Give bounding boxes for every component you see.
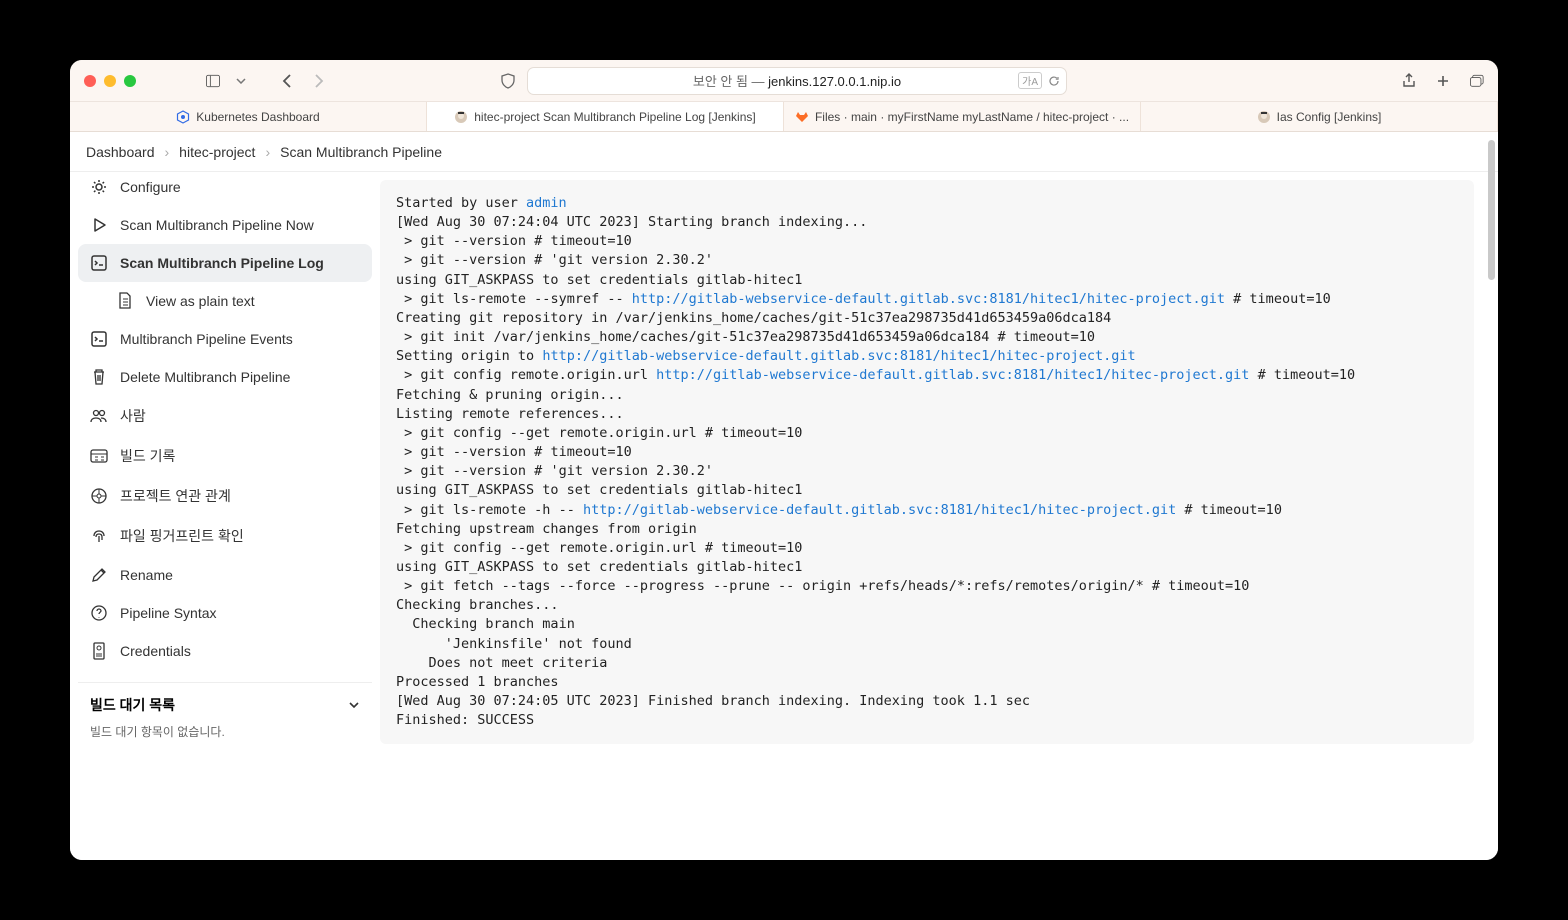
sidebar-item-label: Scan Multibranch Pipeline Log [120, 255, 324, 271]
pencil-icon [90, 566, 108, 584]
sidebar-item-delete[interactable]: Delete Multibranch Pipeline [78, 358, 372, 396]
log-link-repo[interactable]: http://gitlab-webservice-default.gitlab.… [656, 367, 1249, 383]
breadcrumb-project[interactable]: hitec-project [179, 144, 255, 160]
browser-tabs: Kubernetes Dashboard hitec-project Scan … [70, 102, 1498, 132]
sidebar-item-rename[interactable]: Rename [78, 556, 372, 594]
forward-button[interactable] [312, 74, 326, 88]
tab-jenkins-log[interactable]: hitec-project Scan Multibranch Pipeline … [427, 102, 784, 131]
sidebar-item-configure[interactable]: Configure [78, 176, 372, 206]
log-link-repo[interactable]: http://gitlab-webservice-default.gitlab.… [542, 348, 1135, 364]
sidebar-item-label: 사람 [120, 406, 146, 426]
log-icon [90, 254, 108, 272]
page-content: Dashboard › hitec-project › Scan Multibr… [70, 132, 1498, 860]
play-icon [90, 216, 108, 234]
main-area: Configure Scan Multibranch Pipeline Now … [70, 172, 1498, 860]
tab-label: Kubernetes Dashboard [196, 110, 319, 124]
tabs-overview-icon[interactable] [1470, 74, 1484, 88]
log-text: Started by user admin [Wed Aug 30 07:24:… [396, 194, 1458, 730]
sidebar-item-relationship[interactable]: 프로젝트 연관 관계 [78, 476, 372, 516]
sidebar-toggle-icon[interactable] [206, 74, 220, 88]
sidebar-item-label: Scan Multibranch Pipeline Now [120, 217, 314, 233]
reader-badge[interactable]: 가A [1018, 72, 1042, 89]
k8s-icon [176, 110, 190, 124]
traffic-lights [84, 75, 136, 87]
gear-icon [90, 178, 108, 196]
sidebar-item-fingerprint[interactable]: 파일 핑거프린트 확인 [78, 516, 372, 556]
sidebar-item-scan-log[interactable]: Scan Multibranch Pipeline Log [78, 244, 372, 282]
sidebar-item-label: Multibranch Pipeline Events [120, 331, 293, 347]
jenkins-icon [454, 110, 468, 124]
tab-label: hitec-project Scan Multibranch Pipeline … [474, 110, 755, 124]
new-tab-icon[interactable] [1436, 74, 1450, 88]
sidebar-item-label: Configure [120, 179, 181, 195]
scrollbar-vertical[interactable] [1488, 140, 1495, 280]
log-link-admin[interactable]: admin [526, 195, 567, 211]
doc-icon [116, 292, 134, 310]
sidebar-item-events[interactable]: Multibranch Pipeline Events [78, 320, 372, 358]
build-queue-empty: 빌드 대기 항목이 없습니다. [78, 721, 372, 750]
sidebar-item-build-history[interactable]: 빌드 기록 [78, 436, 372, 476]
chevron-right-icon: › [265, 144, 270, 160]
cred-icon [90, 642, 108, 660]
relation-icon [90, 487, 108, 505]
tab-gitlab[interactable]: Files · main · myFirstName myLastName / … [784, 102, 1141, 131]
help-icon [90, 604, 108, 622]
tab-label: Ias Config [Jenkins] [1277, 110, 1382, 124]
chevron-down-icon [348, 701, 360, 709]
sidebar-item-label: Pipeline Syntax [120, 605, 217, 621]
tab-label: Files · main · myFirstName myLastName / … [815, 110, 1129, 124]
gitlab-icon [795, 110, 809, 124]
minimize-window-button[interactable] [104, 75, 116, 87]
reload-icon[interactable] [1048, 75, 1060, 87]
tab-kubernetes[interactable]: Kubernetes Dashboard [70, 102, 427, 131]
sidebar-item-label: Rename [120, 567, 173, 583]
sidebar-item-credentials[interactable]: Credentials [78, 632, 372, 670]
chevron-down-icon[interactable] [234, 74, 248, 88]
sidebar-item-label: Credentials [120, 643, 191, 659]
sidebar-item-syntax[interactable]: Pipeline Syntax [78, 594, 372, 632]
browser-window: 보안 안 됨 — jenkins.127.0.0.1.nip.io 가A [70, 60, 1498, 860]
tab-jenkins-config[interactable]: Ias Config [Jenkins] [1141, 102, 1498, 131]
history-icon [90, 447, 108, 465]
log-panel: Started by user admin [Wed Aug 30 07:24:… [380, 172, 1498, 860]
address-text: 보안 안 됨 — jenkins.127.0.0.1.nip.io [693, 71, 901, 90]
people-icon [90, 407, 108, 425]
sidebar-item-label: Delete Multibranch Pipeline [120, 369, 290, 385]
breadcrumb-current[interactable]: Scan Multibranch Pipeline [280, 144, 442, 160]
maximize-window-button[interactable] [124, 75, 136, 87]
sidebar-item-label: 프로젝트 연관 관계 [120, 486, 231, 506]
chevron-right-icon: › [165, 144, 170, 160]
fingerprint-icon [90, 527, 108, 545]
console-output: Started by user admin [Wed Aug 30 07:24:… [380, 180, 1474, 744]
close-window-button[interactable] [84, 75, 96, 87]
sidebar: Configure Scan Multibranch Pipeline Now … [70, 172, 380, 860]
sidebar-item-label: View as plain text [146, 293, 255, 309]
share-icon[interactable] [1402, 74, 1416, 88]
address-bar[interactable]: 보안 안 됨 — jenkins.127.0.0.1.nip.io 가A [527, 67, 1067, 95]
log-link-repo[interactable]: http://gitlab-webservice-default.gitlab.… [632, 291, 1225, 307]
trash-icon [90, 368, 108, 386]
sidebar-item-view-plain[interactable]: View as plain text [78, 282, 372, 320]
titlebar: 보안 안 됨 — jenkins.127.0.0.1.nip.io 가A [70, 60, 1498, 102]
breadcrumb: Dashboard › hitec-project › Scan Multibr… [70, 132, 1498, 172]
sidebar-item-people[interactable]: 사람 [78, 396, 372, 436]
breadcrumb-dashboard[interactable]: Dashboard [86, 144, 155, 160]
back-button[interactable] [280, 74, 294, 88]
sidebar-item-scan-now[interactable]: Scan Multibranch Pipeline Now [78, 206, 372, 244]
sidebar-item-label: 빌드 기록 [120, 446, 175, 466]
jenkins-icon [1257, 110, 1271, 124]
shield-icon[interactable] [501, 74, 515, 88]
build-queue-header[interactable]: 빌드 대기 목록 [78, 682, 372, 721]
events-icon [90, 330, 108, 348]
build-queue-title: 빌드 대기 목록 [90, 695, 175, 715]
sidebar-item-label: 파일 핑거프린트 확인 [120, 526, 244, 546]
log-link-repo[interactable]: http://gitlab-webservice-default.gitlab.… [583, 502, 1176, 518]
